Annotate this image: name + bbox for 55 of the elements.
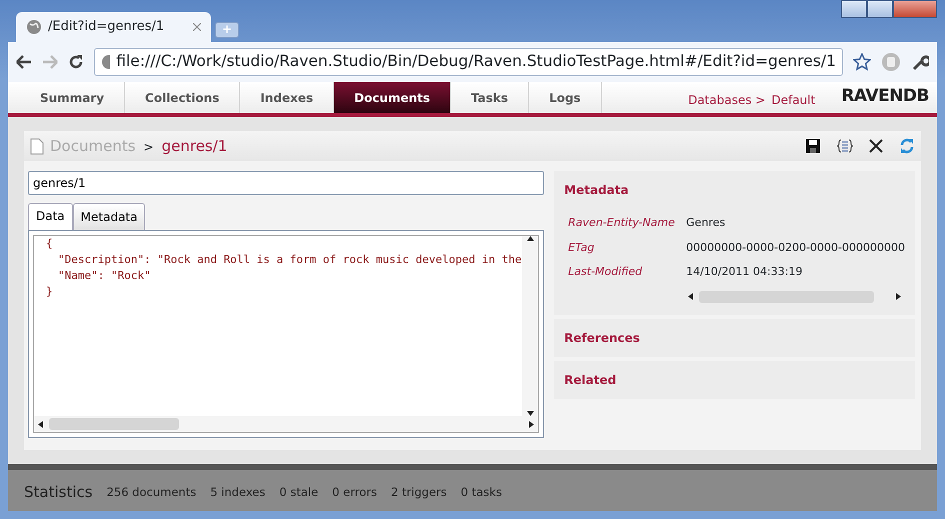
code-line: {: [46, 236, 54, 252]
close-icon[interactable]: [869, 139, 883, 153]
nav-tab[interactable]: Tasks: [451, 82, 530, 113]
statistic-item: 0 tasks: [460, 484, 502, 501]
nav-tab[interactable]: Documents: [334, 82, 452, 113]
database-name[interactable]: Default: [771, 91, 816, 109]
code-line: "Name": "Rock": [57, 268, 152, 284]
logo: RAVENDB: [841, 84, 929, 108]
wrench-icon[interactable]: [911, 53, 929, 71]
metadata-key: ETag: [568, 240, 686, 256]
scroll-left-icon[interactable]: [38, 420, 43, 428]
metadata-value: Genres: [686, 215, 726, 231]
statistics-title: Statistics: [24, 482, 93, 504]
section-title: Related: [564, 372, 618, 388]
metadata-key: Raven-Entity-Name: [568, 215, 686, 232]
scroll-right-icon[interactable]: [529, 420, 534, 428]
json-editor[interactable]: { "Description": "Rock and Roll is a form of rock music developed in the "Name": "Rock" }: [33, 235, 540, 433]
browser-tab[interactable]: /Edit?id=genres/1: [16, 12, 211, 42]
statistic-item: 256 documents: [106, 484, 196, 501]
metadata-key: Last-Modified: [568, 264, 686, 280]
minimize-button[interactable]: [841, 0, 867, 18]
scroll-up-icon[interactable]: [526, 236, 534, 241]
nav-tab[interactable]: Collections: [125, 82, 240, 113]
breadcrumb-separator: >: [144, 138, 154, 156]
code-line: }: [46, 284, 54, 300]
editor-tab[interactable]: Metadata: [72, 203, 146, 230]
address-bar[interactable]: file:///C:/Work/studio/Raven.Studio/Bin/Debug/Raven.StudioTestPage.html#/Edit?id=genres/1: [94, 48, 843, 76]
refresh-icon[interactable]: [899, 138, 915, 154]
format-icon[interactable]: [837, 138, 853, 154]
star-icon[interactable]: [853, 53, 871, 71]
maximize-button[interactable]: [867, 0, 893, 18]
metadata-value: 14/10/2011 04:33:19: [686, 264, 802, 280]
scroll-right-icon[interactable]: [896, 293, 901, 300]
metadata-value: 00000000-0000-0200-0000-000000000: [686, 240, 905, 256]
databases-link[interactable]: Databases >: [688, 91, 766, 109]
breadcrumb-current: genres/1: [162, 136, 228, 157]
vertical-scrollbar[interactable]: [522, 236, 538, 416]
close-button[interactable]: [893, 0, 937, 18]
document-icon: [30, 138, 44, 154]
reload-icon[interactable]: [68, 54, 84, 70]
horizontal-scrollbar[interactable]: [34, 416, 538, 432]
document-id-field[interactable]: genres/1: [28, 171, 544, 195]
section-title: Metadata: [564, 182, 630, 199]
section-title: References: [564, 330, 641, 346]
editor-tab[interactable]: Data: [28, 203, 73, 231]
statistic-item: 2 triggers: [390, 484, 447, 501]
code-line: "Description": "Rock and Roll is a form of rock music developed in the: [57, 252, 522, 268]
nav-tab[interactable]: Summary: [20, 82, 126, 113]
statistic-item: 5 indexes: [210, 484, 266, 501]
back-icon[interactable]: [16, 55, 32, 69]
save-icon[interactable]: [805, 138, 821, 154]
scroll-left-icon[interactable]: [688, 293, 694, 300]
statistic-item: 0 errors: [332, 484, 377, 501]
nav-tab[interactable]: Logs: [529, 82, 602, 113]
statistic-item: 0 stale: [279, 484, 318, 501]
